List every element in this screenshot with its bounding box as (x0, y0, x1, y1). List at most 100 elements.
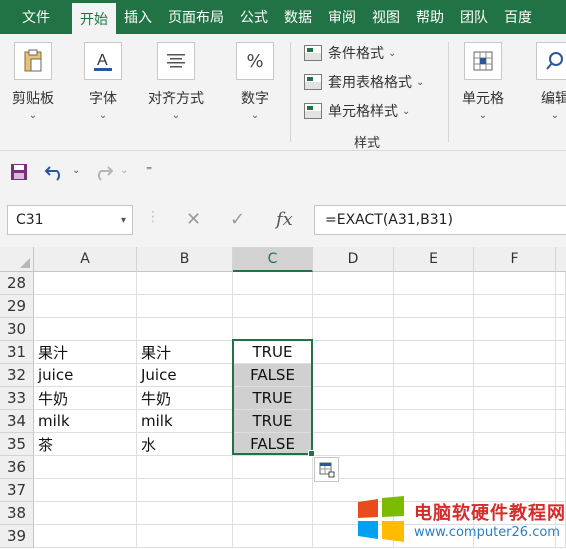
cell[interactable] (394, 341, 474, 364)
formula-input[interactable]: =EXACT(A31,B31) (314, 205, 566, 235)
column-header-a[interactable]: A (34, 247, 137, 272)
cell[interactable] (556, 341, 566, 364)
row-header[interactable]: 36 (0, 456, 34, 479)
cell[interactable] (313, 410, 394, 433)
cell[interactable] (394, 364, 474, 387)
name-box[interactable]: C31 ▾ (7, 205, 133, 235)
cell[interactable] (394, 295, 474, 318)
row-header[interactable]: 29 (0, 295, 34, 318)
customize-toolbar-icon[interactable]: ⁼ (146, 163, 152, 177)
cell[interactable] (394, 456, 474, 479)
cell[interactable] (137, 295, 233, 318)
cell[interactable] (394, 387, 474, 410)
tab-help[interactable]: 帮助 (408, 0, 452, 34)
alignment-button[interactable]: 对齐方式 ⌄ (148, 42, 204, 121)
cell[interactable] (474, 387, 556, 410)
cell[interactable] (34, 502, 137, 525)
cell[interactable] (313, 341, 394, 364)
undo-icon[interactable] (44, 163, 66, 186)
cell[interactable]: 牛奶 (137, 387, 233, 410)
cell[interactable] (313, 387, 394, 410)
cell[interactable] (34, 479, 137, 502)
cells-button[interactable]: 单元格 ⌄ (462, 42, 504, 121)
cell[interactable]: FALSE (233, 433, 313, 456)
cell[interactable] (233, 479, 313, 502)
cell[interactable] (556, 456, 566, 479)
cell[interactable] (137, 525, 233, 548)
column-header-f[interactable]: F (474, 247, 556, 272)
table-format-button[interactable]: 套用表格格式 ⌄ (304, 72, 424, 92)
row-header[interactable]: 33 (0, 387, 34, 410)
cell[interactable] (137, 456, 233, 479)
cell[interactable]: FALSE (233, 364, 313, 387)
cell[interactable] (394, 272, 474, 295)
cell[interactable] (394, 318, 474, 341)
font-button[interactable]: A 字体 ⌄ (84, 42, 122, 121)
tab-formulas[interactable]: 公式 (232, 0, 276, 34)
cell[interactable] (474, 318, 556, 341)
tab-page-layout[interactable]: 页面布局 (160, 0, 232, 34)
cell[interactable] (474, 364, 556, 387)
cell[interactable] (474, 341, 556, 364)
cell[interactable]: 茶 (34, 433, 137, 456)
cell[interactable] (474, 295, 556, 318)
row-header[interactable]: 39 (0, 525, 34, 548)
row-header[interactable]: 31 (0, 341, 34, 364)
cell[interactable]: TRUE (233, 387, 313, 410)
cell[interactable] (137, 272, 233, 295)
cell[interactable]: TRUE (233, 410, 313, 433)
cell[interactable] (556, 433, 566, 456)
tab-home[interactable]: 开始 (72, 3, 116, 34)
tab-data[interactable]: 数据 (276, 0, 320, 34)
cell[interactable] (556, 272, 566, 295)
cell[interactable] (34, 318, 137, 341)
cell[interactable] (394, 410, 474, 433)
row-header[interactable]: 34 (0, 410, 34, 433)
fill-handle[interactable] (308, 450, 315, 457)
cell[interactable]: Juice (137, 364, 233, 387)
cell[interactable] (233, 272, 313, 295)
column-header-e[interactable]: E (394, 247, 474, 272)
conditional-format-button[interactable]: 条件格式 ⌄ (304, 43, 396, 63)
tab-review[interactable]: 审阅 (320, 0, 364, 34)
cell[interactable] (474, 272, 556, 295)
cell[interactable] (137, 502, 233, 525)
redo-icon[interactable] (92, 163, 114, 186)
cell[interactable] (474, 410, 556, 433)
cell[interactable] (233, 525, 313, 548)
cell[interactable] (474, 456, 556, 479)
cell[interactable] (556, 318, 566, 341)
cell[interactable] (313, 433, 394, 456)
enter-icon[interactable]: ✓ (230, 209, 245, 230)
cell[interactable] (556, 295, 566, 318)
cancel-icon[interactable]: ✕ (186, 209, 201, 230)
cell[interactable] (34, 295, 137, 318)
column-header-g[interactable] (556, 247, 566, 272)
row-header[interactable]: 38 (0, 502, 34, 525)
cell[interactable] (34, 525, 137, 548)
column-header-c[interactable]: C (233, 247, 313, 272)
cell[interactable]: 牛奶 (34, 387, 137, 410)
row-header[interactable]: 37 (0, 479, 34, 502)
cell[interactable]: milk (137, 410, 233, 433)
cell[interactable] (313, 364, 394, 387)
cell[interactable]: milk (34, 410, 137, 433)
cell[interactable]: juice (34, 364, 137, 387)
cell[interactable] (556, 410, 566, 433)
row-header[interactable]: 35 (0, 433, 34, 456)
select-all-corner[interactable] (0, 247, 34, 272)
insert-function-icon[interactable]: fx (276, 209, 293, 230)
clipboard-button[interactable]: 剪贴板 ⌄ (12, 42, 54, 121)
cell[interactable]: 果汁 (34, 341, 137, 364)
column-header-d[interactable]: D (313, 247, 394, 272)
cell[interactable] (556, 364, 566, 387)
cell[interactable]: 果汁 (137, 341, 233, 364)
cell[interactable] (394, 433, 474, 456)
cell[interactable] (233, 295, 313, 318)
cell[interactable]: TRUE (233, 341, 313, 364)
cell[interactable] (34, 456, 137, 479)
cell[interactable] (233, 318, 313, 341)
cell[interactable] (233, 502, 313, 525)
cell[interactable] (313, 295, 394, 318)
cell[interactable] (556, 387, 566, 410)
